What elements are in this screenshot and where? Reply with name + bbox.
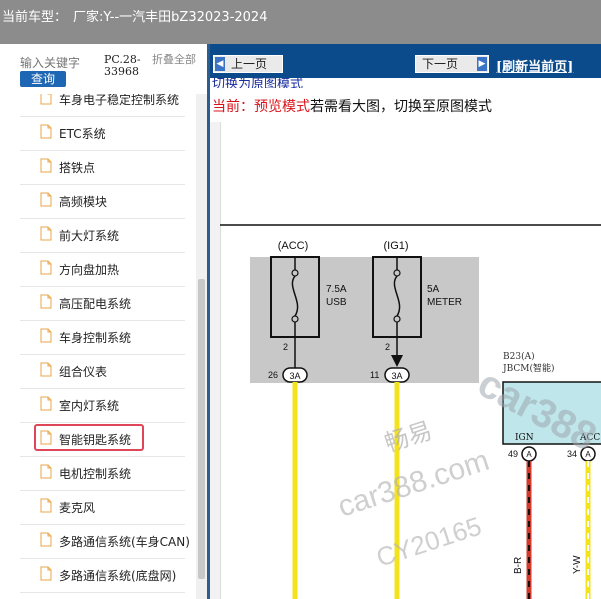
collapse-all-link[interactable]: 折叠全部 bbox=[152, 54, 196, 66]
system-tree: 车身电子稳定控制系统 ETC系统搭铁点高频模块前大灯系统方向盘加热高压配电系统 车身… bbox=[0, 94, 196, 599]
tree-item-label: 前大灯系统 bbox=[59, 229, 120, 243]
mode-hint: 若需看大图，切换至原图模式 bbox=[310, 99, 492, 115]
viewer-panel: ◀ 上一页 ▶ 下一页 [刷新当前页] 切换为原图模式 当前：预览模式若需看大图，切… bbox=[207, 44, 601, 599]
document-icon bbox=[40, 124, 52, 139]
model-name: 厂家:Y--一汽丰田bZ32023-2024 bbox=[73, 10, 268, 25]
document-icon bbox=[40, 294, 52, 309]
tree-item-label: ETC系统 bbox=[59, 127, 106, 141]
tree-item[interactable]: 多路通信系统(底盘网) bbox=[20, 558, 185, 593]
arrow-right-icon: ▶ bbox=[477, 57, 487, 71]
switch-to-original-link[interactable]: 切换为原图模式 bbox=[212, 78, 303, 88]
tree-item[interactable]: 多路通信系统(车身CAN) bbox=[20, 524, 190, 559]
refresh-page-link[interactable]: [刷新当前页] bbox=[496, 56, 573, 75]
previous-page-label: 上一页 bbox=[231, 57, 268, 71]
fuse1-bus-label: (ACC) bbox=[278, 240, 309, 252]
tree-item-label: 智能钥匙系统 bbox=[59, 433, 132, 447]
conn1-label: 3A bbox=[289, 371, 300, 381]
search-row: 查询 PC.28-33968 折叠全部 bbox=[0, 44, 207, 94]
fuse2-name: METER bbox=[427, 297, 462, 308]
wiring-diagram[interactable]: (ACC) 7.5A USB 2 26 3A (IG1) 5A METER 2 … bbox=[220, 122, 601, 599]
search-button[interactable]: 查询 bbox=[20, 71, 66, 87]
wire2-color-label: Y-W bbox=[572, 555, 583, 574]
arrow-left-icon: ◀ bbox=[215, 57, 225, 71]
fuse1-amp: 7.5A bbox=[326, 284, 347, 295]
ecu-pin-ign: IGN bbox=[515, 433, 534, 443]
tree-item[interactable]: 高压配电系统 bbox=[20, 286, 185, 321]
page-nav-bar: ◀ 上一页 ▶ 下一页 [刷新当前页] bbox=[210, 44, 601, 78]
document-icon bbox=[40, 328, 52, 343]
document-icon bbox=[40, 464, 52, 479]
document-icon bbox=[40, 362, 52, 377]
document-icon bbox=[40, 396, 52, 411]
tree-item[interactable]: 高频模块 bbox=[20, 184, 185, 219]
tree-item-label: 多路通信系统(底盘网) bbox=[59, 569, 177, 583]
tree-item-label: 室内灯系统 bbox=[59, 399, 120, 413]
document-icon bbox=[40, 158, 52, 173]
tree-item-label: 电机控制系统 bbox=[59, 467, 132, 481]
conn1-number: 26 bbox=[268, 370, 278, 380]
fuse2-amp: 5A bbox=[427, 284, 440, 295]
fuse1-name: USB bbox=[326, 297, 347, 308]
tree-item-label: 搭铁点 bbox=[59, 161, 96, 175]
fuse1-pin: 2 bbox=[283, 342, 288, 352]
mode-prefix: 当前： bbox=[212, 99, 254, 115]
watermark-line1: 畅易 bbox=[381, 416, 435, 457]
tree-item-label: 高压配电系统 bbox=[59, 297, 132, 311]
previous-page-button[interactable]: ◀ 上一页 bbox=[213, 55, 283, 73]
document-icon bbox=[40, 430, 52, 445]
tree-item[interactable]: 组合仪表 bbox=[20, 354, 185, 389]
model-label: 当前车型： bbox=[2, 10, 68, 25]
mode-status: 当前：预览模式若需看大图，切换至原图模式 bbox=[212, 96, 492, 116]
document-icon bbox=[40, 498, 52, 513]
left-panel: 查询 PC.28-33968 折叠全部 车身电子稳定控制系统 ETC系统搭铁点高频… bbox=[0, 44, 207, 599]
tree-item-label: 车身电子稳定控制系统 bbox=[59, 94, 180, 107]
tree-item[interactable]: 电机控制系统 bbox=[20, 456, 185, 491]
tree-item-label: 麦克风 bbox=[59, 501, 96, 515]
document-code: PC.28-33968 bbox=[104, 53, 141, 78]
document-icon bbox=[40, 566, 52, 581]
search-input[interactable] bbox=[20, 56, 80, 70]
vehicle-model-title: 当前车型： 厂家:Y--一汽丰田bZ32023-2024 bbox=[2, 6, 267, 25]
tree-item-label: 组合仪表 bbox=[59, 365, 108, 379]
next-page-label: 下一页 bbox=[422, 57, 459, 71]
document-icon bbox=[40, 532, 52, 547]
document-icon bbox=[40, 192, 52, 207]
tree-item-label: 多路通信系统(车身CAN) bbox=[59, 535, 190, 549]
document-icon bbox=[40, 94, 52, 105]
tree-item[interactable]: 前大灯系统 bbox=[20, 218, 185, 253]
document-icon bbox=[40, 226, 52, 241]
tree-item[interactable]: 车身控制系统 bbox=[20, 320, 185, 355]
wire1-color-label: B-R bbox=[513, 557, 524, 574]
conn2-label: 3A bbox=[391, 371, 402, 381]
watermark-line3: CY20165 bbox=[373, 511, 485, 573]
tree-item[interactable]: 方向盘加热 bbox=[20, 252, 185, 287]
next-page-button[interactable]: ▶ 下一页 bbox=[415, 55, 489, 73]
tree-item-label: 方向盘加热 bbox=[59, 263, 120, 277]
fuse-block-area bbox=[250, 257, 479, 383]
tree-item-label: 车身控制系统 bbox=[59, 331, 132, 345]
fuse2-bus-label: (IG1) bbox=[383, 240, 408, 252]
tree-item[interactable]: ETC系统 bbox=[20, 116, 185, 151]
header-bar: 当前车型： 厂家:Y--一汽丰田bZ32023-2024 bbox=[0, 0, 601, 44]
tree-item[interactable]: 室内灯系统 bbox=[20, 388, 185, 423]
mode-name: 预览模式 bbox=[254, 99, 310, 115]
tree-item[interactable]: 智能钥匙系统 bbox=[20, 422, 185, 457]
tree-item-label: 高频模块 bbox=[59, 195, 108, 209]
document-icon bbox=[40, 260, 52, 275]
conn2-number: 11 bbox=[370, 370, 379, 380]
tree-item[interactable]: 搭铁点 bbox=[20, 150, 185, 185]
fuse2-pin: 2 bbox=[385, 342, 390, 352]
ecu-code: B23(A) bbox=[503, 351, 535, 362]
tree-item[interactable]: 车身电子稳定控制系统 bbox=[20, 94, 185, 117]
ecu-pin1-conn-label: A bbox=[526, 450, 532, 459]
left-scrollbar-thumb[interactable] bbox=[198, 279, 205, 579]
watermark-line2: car388.com bbox=[334, 444, 493, 524]
tree-item[interactable]: 麦克风 bbox=[20, 490, 185, 525]
ecu-pin1-number: 49 bbox=[508, 449, 518, 459]
